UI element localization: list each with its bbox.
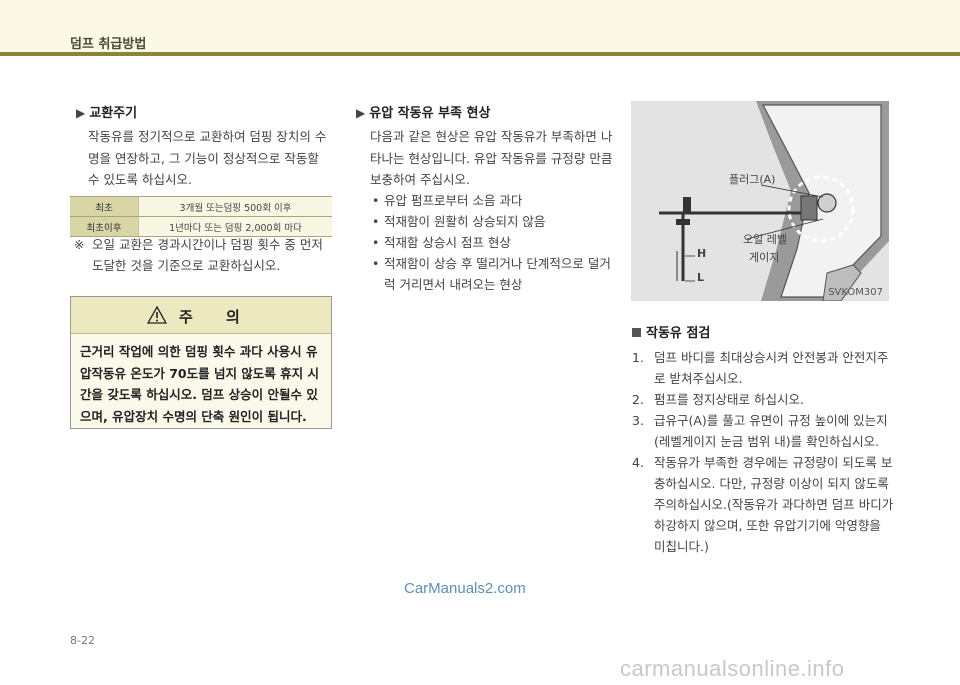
plug-label: 플러그(A): [729, 173, 776, 186]
square-bullet-icon: [632, 328, 641, 337]
page-header: 덤프 취급방법: [0, 0, 960, 52]
step-number: 4.: [632, 455, 644, 470]
tank-illustration: [659, 101, 889, 301]
list-item: 유압 펌프로부터 소음 과다: [370, 190, 620, 211]
gauge-label: 게이지: [749, 251, 780, 264]
site-watermark: carmanualsonline.info: [620, 656, 845, 681]
shortage-symptom-list: 유압 펌프로부터 소음 과다 적재함이 원활히 상승되지 않음 적재함 상승시 …: [370, 190, 620, 295]
note-mark: ※: [74, 237, 85, 252]
section-title-text: 교환주기: [89, 106, 138, 121]
table-cell-value: 3개월 또는덤핑 500회 이후: [138, 196, 332, 217]
triangle-bullet-icon: ▶: [76, 106, 86, 120]
list-item: 2. 펌프를 정지상태로 하십시오.: [632, 389, 894, 410]
figure-code: SVKOM307: [828, 287, 883, 298]
list-item: 적재함이 원활히 상승되지 않음: [370, 211, 620, 232]
header-rule: [0, 52, 960, 56]
section-title-replacement-interval: ▶ 교환주기: [76, 102, 137, 121]
caution-body: 근거리 작업에 의한 덤핑 횟수 과다 사용시 유압작동유 온도가 70도를 넘…: [80, 344, 320, 424]
triangle-bullet-icon: ▶: [356, 106, 366, 120]
warning-triangle-icon: [147, 306, 167, 324]
check-steps-list: 1. 덤프 바디를 최대상승시켜 안전봉과 안전지주로 받쳐주십시오. 2. 펌프를…: [632, 347, 894, 557]
replacement-intro: 작동유를 정기적으로 교환하여 덤핑 장치의 수명을 연장하고, 그 기능이 정…: [88, 129, 327, 187]
step-text: 펌프를 정지상태로 하십시오.: [654, 392, 804, 407]
note-text: 오일 교환은 경과시간이나 덤핑 횟수 중 먼저 도달한 것을 기준으로 교환하…: [92, 237, 323, 273]
section-title-text: 유압 작동유 부족 현상: [369, 106, 491, 121]
table-row: 최초 3개월 또는덤핑 500회 이후: [70, 196, 332, 217]
page-number: 8-22: [70, 634, 95, 647]
watermark-link[interactable]: CarManuals2.com: [404, 580, 526, 597]
step-text: 덤프 바디를 최대상승시켜 안전봉과 안전지주로 받쳐주십시오.: [654, 350, 889, 386]
list-item: 4. 작동유가 부족한 경우에는 규정량이 되도록 보충하십시오. 다만, 규정량…: [632, 452, 894, 557]
low-mark-label: L: [697, 271, 705, 284]
high-mark-label: H: [697, 247, 707, 260]
oil-level-label: 오일 레벨: [743, 233, 787, 246]
list-item: 1. 덤프 바디를 최대상승시켜 안전봉과 안전지주로 받쳐주십시오.: [632, 347, 894, 389]
table-cell-label: 최초: [70, 196, 139, 217]
list-item: 적재함 상승시 점프 현상: [370, 232, 620, 253]
header-title: 덤프 취급방법: [70, 37, 147, 52]
list-item: 적재함이 상승 후 떨리거나 단계적으로 덜거럭 거리면서 내려오는 현상: [370, 253, 620, 295]
oil-level-gauge-figure: 플러그(A) 오일 레벨 게이지 H L SVKOM307: [631, 101, 889, 301]
step-text: 작동유가 부족한 경우에는 규정량이 되도록 보충하십시오. 다만, 규정량 이…: [654, 455, 894, 554]
step-number: 3.: [632, 413, 644, 428]
section-title-fluid-check: 작동유 점검: [632, 322, 710, 341]
step-number: 2.: [632, 392, 644, 407]
replacement-note: ※ 오일 교환은 경과시간이나 덤핑 횟수 중 먼저 도달한 것을 기준으로 교…: [74, 234, 336, 276]
replacement-table: 최초 3개월 또는덤핑 500회 이후 최초이후 1년마다 또는 덤핑 2,00…: [70, 196, 332, 237]
caution-title: 주 의: [179, 308, 254, 326]
step-text: 급유구(A)를 풀고 유면이 규정 높이에 있는지(레벨게이지 눈금 범위 내)…: [654, 413, 888, 449]
caution-header: 주 의: [71, 297, 331, 334]
step-number: 1.: [632, 350, 644, 365]
section-title-fluid-shortage: ▶ 유압 작동유 부족 현상: [356, 102, 490, 121]
caution-box: 주 의 근거리 작업에 의한 덤핑 횟수 과다 사용시 유압작동유 온도가 70…: [70, 296, 332, 429]
shortage-intro: 다음과 같은 현상은 유압 작동유가 부족하면 나타나는 현상입니다. 유압 작…: [370, 129, 613, 187]
section-title-text: 작동유 점검: [646, 326, 711, 341]
list-item: 3. 급유구(A)를 풀고 유면이 규정 높이에 있는지(레벨게이지 눈금 범위 …: [632, 410, 894, 452]
